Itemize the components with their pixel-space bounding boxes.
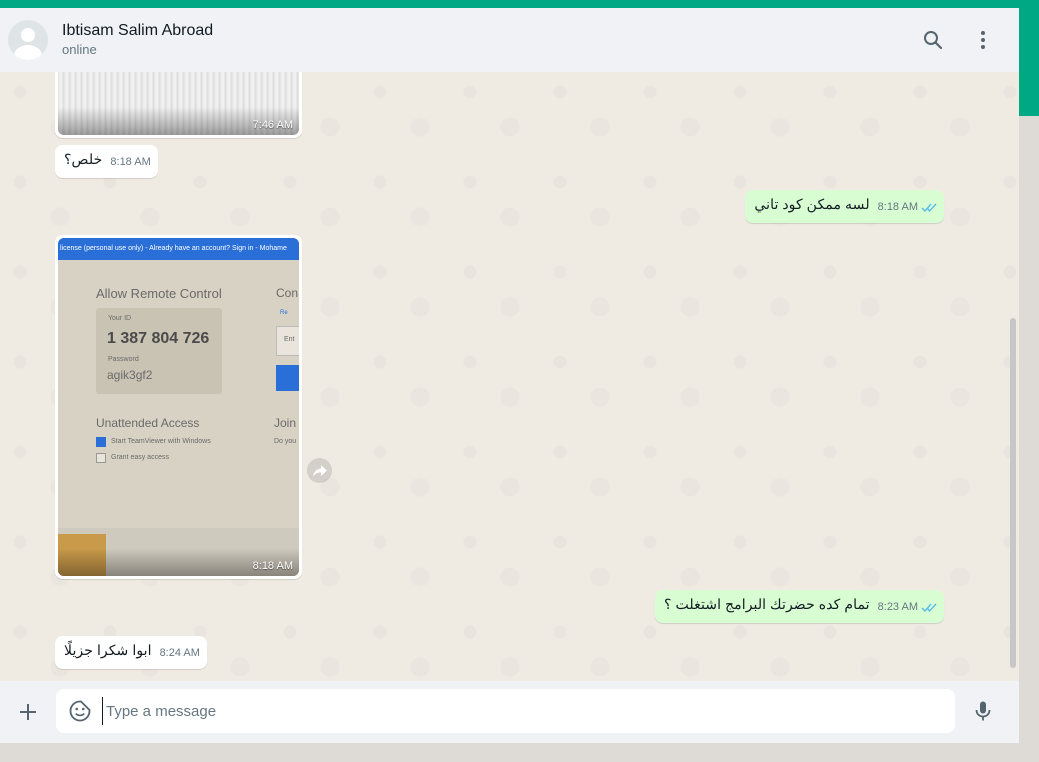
image-unattended-heading: Unattended Access	[96, 416, 200, 430]
message-input-box[interactable]	[56, 689, 955, 733]
teamviewer-screenshot: license (personal use only) - Already ha…	[58, 238, 299, 576]
chat-window: Ibtisam Salim Abroad online 7:46 AM خلص؟…	[0, 8, 1019, 743]
read-ticks-icon	[921, 603, 937, 613]
avatar-icon[interactable]	[8, 20, 48, 60]
menu-icon[interactable]	[971, 28, 995, 52]
incoming-message[interactable]: خلص؟ 8:18 AM	[55, 145, 158, 178]
side-accent-bar	[1019, 8, 1039, 116]
message-time: 8:18 AM	[110, 156, 151, 168]
image-banner-text: license (personal use only) - Already ha…	[58, 238, 299, 260]
forward-icon[interactable]	[307, 458, 332, 483]
image-option-1: Start TeamViewer with Windows	[111, 438, 211, 445]
message-time: 8:18 AM	[877, 201, 918, 213]
scrollbar[interactable]	[1010, 318, 1016, 668]
contact-status: online	[62, 42, 97, 57]
mic-icon[interactable]	[971, 699, 995, 723]
image-checkbox	[96, 453, 106, 463]
read-ticks-icon	[921, 203, 937, 213]
sticker-icon[interactable]	[68, 699, 92, 723]
incoming-message[interactable]: ابوا شكرا جزيلًا 8:24 AM	[55, 636, 207, 669]
image-id-label: Your ID	[108, 315, 132, 322]
image-right-heading: Con	[276, 286, 299, 300]
message-meta: 8:23 AM	[878, 600, 937, 615]
image-id-value: 1 387 804 726	[107, 330, 210, 347]
image-password-value: agik3gf2	[107, 368, 153, 382]
top-accent-bar	[0, 0, 1039, 8]
search-icon[interactable]	[921, 28, 945, 52]
image-message[interactable]: license (personal use only) - Already ha…	[55, 235, 302, 579]
message-time: 8:18 AM	[252, 560, 293, 572]
composer-bar	[0, 681, 1019, 743]
message-text: تمام كده حضرتك البرامج اشتغلت ؟	[664, 597, 870, 613]
plus-icon[interactable]	[16, 700, 40, 724]
message-list[interactable]: 7:46 AM خلص؟ 8:18 AM لسه ممكن كود تاني 8…	[0, 72, 1019, 681]
image-password-label: Password	[108, 356, 139, 363]
outgoing-message[interactable]: لسه ممكن كود تاني 8:18 AM	[745, 190, 944, 223]
message-text: خلص؟	[64, 152, 103, 168]
message-input[interactable]	[102, 697, 932, 725]
contact-info[interactable]: Ibtisam Salim Abroad online	[62, 21, 213, 59]
outgoing-message[interactable]: تمام كده حضرتك البرامج اشتغلت ؟ 8:23 AM	[655, 590, 944, 623]
image-right-join: Join	[274, 416, 297, 430]
message-meta: 8:18 AM	[878, 200, 937, 215]
message-time: 8:23 AM	[877, 601, 918, 613]
message-text: لسه ممكن كود تاني	[754, 197, 870, 213]
message-time: 8:24 AM	[159, 647, 200, 659]
contact-name[interactable]: Ibtisam Salim Abroad	[62, 21, 213, 41]
message-text: ابوا شكرا جزيلًا	[64, 643, 152, 659]
chat-header[interactable]: Ibtisam Salim Abroad online	[0, 8, 1019, 72]
message-time: 7:46 AM	[252, 119, 293, 131]
image-right-en: Ent	[284, 336, 295, 343]
image-message[interactable]: 7:46 AM	[55, 72, 302, 138]
image-checkbox	[96, 437, 106, 447]
image-right-re: Re	[280, 310, 288, 316]
image-right-do: Do you	[274, 438, 297, 445]
image-option-2: Grant easy access	[111, 454, 169, 461]
image-heading: Allow Remote Control	[96, 286, 222, 301]
